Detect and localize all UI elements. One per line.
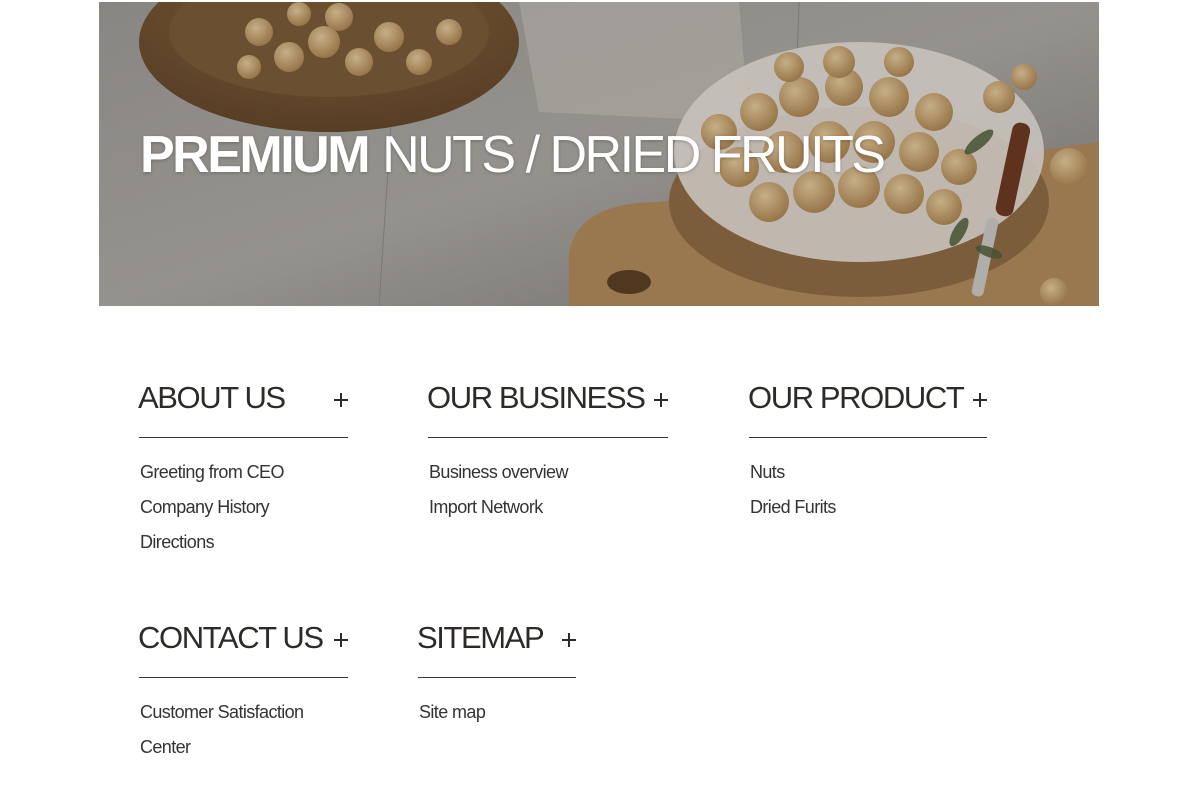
link-customer-satisfaction-center[interactable]: Customer Satisfaction Center [140, 695, 340, 765]
link-business-overview[interactable]: Business overview [429, 455, 668, 490]
menu-group-contact-us: CONTACT US Customer Satisfaction Center [138, 615, 348, 765]
menu-group-our-product: OUR PRODUCT Nuts Dried Furits [748, 375, 987, 525]
menu-group-links: Greeting from CEO Company History Direct… [139, 438, 348, 560]
plus-icon[interactable] [334, 393, 348, 407]
link-import-network[interactable]: Import Network [429, 490, 668, 525]
link-dried-fruits[interactable]: Dried Furits [750, 490, 987, 525]
menu-group-header[interactable]: CONTACT US [138, 615, 348, 678]
plus-icon[interactable] [334, 633, 348, 647]
menu-group-our-business: OUR BUSINESS Business overview Import Ne… [427, 375, 668, 525]
plus-icon[interactable] [973, 393, 987, 407]
link-greeting-from-ceo[interactable]: Greeting from CEO [140, 455, 348, 490]
link-company-history[interactable]: Company History [140, 490, 348, 525]
menu-group-links: Business overview Import Network [428, 438, 668, 525]
menu-group-title: OUR PRODUCT [748, 380, 965, 415]
menu-group-about-us: ABOUT US Greeting from CEO Company Histo… [138, 375, 348, 560]
hero-banner: PREMIUM NUTS / DRIED FRUITS [99, 2, 1099, 306]
link-directions[interactable]: Directions [140, 525, 348, 560]
hero-title: PREMIUM NUTS / DRIED FRUITS [140, 120, 886, 190]
menu-group-sitemap: SITEMAP Site map [417, 615, 576, 730]
menu-group-header[interactable]: ABOUT US [138, 375, 348, 438]
plus-icon[interactable] [654, 393, 668, 407]
menu-group-header[interactable]: SITEMAP [417, 615, 576, 678]
menu-group-links: Site map [418, 678, 576, 730]
menu-group-links: Nuts Dried Furits [749, 438, 987, 525]
menu-group-header[interactable]: OUR BUSINESS [427, 375, 668, 438]
menu-group-links: Customer Satisfaction Center [139, 678, 340, 765]
hero-title-light: NUTS / DRIED FRUITS [382, 126, 886, 184]
plus-icon[interactable] [562, 633, 576, 647]
link-site-map[interactable]: Site map [419, 695, 576, 730]
link-nuts[interactable]: Nuts [750, 455, 987, 490]
menu-group-title: OUR BUSINESS [427, 380, 646, 415]
hero-title-strong: PREMIUM [140, 126, 371, 184]
menu-group-title: ABOUT US [138, 380, 286, 415]
menu-group-title: SITEMAP [417, 620, 545, 655]
menu-group-title: CONTACT US [138, 620, 324, 655]
menu-group-header[interactable]: OUR PRODUCT [748, 375, 987, 438]
